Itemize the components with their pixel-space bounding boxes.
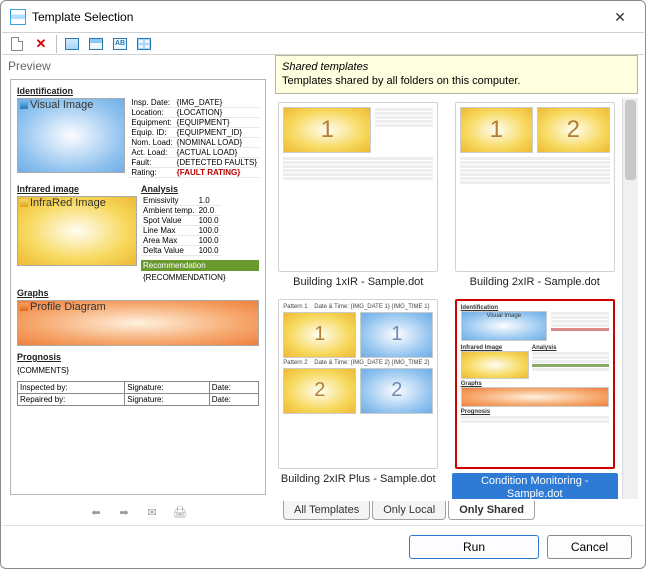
- tab-all-templates[interactable]: All Templates: [283, 501, 370, 520]
- preview-pane: Preview Identification Visual Image Insp…: [2, 55, 275, 525]
- visual-caption: Visual Image: [30, 99, 93, 111]
- template-selection-dialog: Template Selection ✕ ✕ AB Preview Identi…: [0, 0, 646, 569]
- mini-ident-table: [375, 107, 433, 153]
- mini-ir-icon: 1: [283, 312, 356, 358]
- visual-image-icon: [20, 101, 28, 109]
- tab-only-shared[interactable]: Only Shared: [448, 501, 535, 520]
- window-title: Template Selection: [32, 10, 133, 24]
- mini-profile-icon: [461, 387, 609, 407]
- section-infrared: Infrared image: [17, 184, 137, 194]
- signoff-table: Inspected by:Signature:Date: Repaired by…: [17, 381, 259, 406]
- print-button[interactable]: 🖨: [170, 502, 190, 522]
- new-icon: [11, 37, 23, 51]
- infrared-caption: InfraRed Image: [30, 197, 106, 209]
- analysis-table: Emissivity1.0 Ambient temp.20.0 Spot Val…: [141, 196, 221, 256]
- mini-visual-icon: 1: [360, 312, 433, 358]
- mini-section: Prognosis: [461, 409, 609, 415]
- mini-ident: [551, 311, 609, 341]
- template-thumbnail: 1: [278, 102, 438, 272]
- section-identification: Identification: [17, 86, 259, 96]
- mini-header: Pattern 1 Date & Time: {IMG_DATE 1} {IMG…: [283, 304, 433, 310]
- mini-body: [460, 157, 610, 184]
- preview-nav: ⬅ ➡ ✉ 🖨: [2, 499, 274, 525]
- template-label: Building 2xIR Plus - Sample.dot: [281, 473, 436, 486]
- app-icon: [10, 9, 26, 25]
- titlebar: Template Selection ✕: [2, 2, 644, 32]
- template-thumbnail: Pattern 1 Date & Time: {IMG_DATE 1} {IMG…: [278, 299, 438, 469]
- email-button[interactable]: ✉: [142, 502, 162, 522]
- tab-only-local[interactable]: Only Local: [372, 501, 446, 520]
- section-analysis: Analysis: [141, 184, 259, 194]
- toolbar: ✕ AB: [2, 32, 644, 55]
- dialog-body: Preview Identification Visual Image Insp…: [2, 55, 644, 525]
- mini-ir-icon: 1: [283, 107, 371, 153]
- template-list-pane: Shared templates Templates shared by all…: [275, 55, 644, 525]
- template-label: Building 2xIR - Sample.dot: [470, 276, 600, 289]
- preview-content: Identification Visual Image Insp. Date:{…: [11, 80, 265, 494]
- toolbar-separator: [56, 35, 57, 53]
- mini-sig: [461, 416, 609, 423]
- view-mode-2-button[interactable]: [85, 34, 107, 54]
- preview-heading: Preview: [2, 55, 274, 77]
- template-grid[interactable]: 1 Building 1xIR - Sample.dot 1 2: [275, 98, 622, 499]
- mini-section: Analysis: [532, 345, 609, 351]
- next-page-button[interactable]: ➡: [114, 502, 134, 522]
- prev-page-button[interactable]: ⬅: [86, 502, 106, 522]
- template-gallery: 1 Building 1xIR - Sample.dot 1 2: [275, 98, 638, 499]
- new-template-button[interactable]: [6, 34, 28, 54]
- info-desc: Templates shared by all folders on this …: [282, 74, 631, 88]
- preview-viewport: Identification Visual Image Insp. Date:{…: [10, 79, 266, 495]
- delete-icon: ✕: [36, 36, 47, 52]
- view-mode-1-button[interactable]: [61, 34, 83, 54]
- mini-visual-icon: Visual Image: [461, 311, 547, 341]
- profile-caption: Profile Diagram: [30, 301, 106, 313]
- template-thumbnail: Identification Visual Image Infrared Ima…: [455, 299, 615, 469]
- grid-layout-icon: [137, 38, 151, 50]
- delete-template-button[interactable]: ✕: [30, 34, 52, 54]
- mini-visual-icon: 2: [360, 368, 433, 414]
- mini-body: [283, 157, 433, 180]
- rec-heading: Recommendation: [141, 260, 259, 271]
- identification-table: Insp. Date:{IMG_DATE} Location:{LOCATION…: [129, 98, 259, 178]
- mini-ir-icon: 2: [283, 368, 356, 414]
- profile-icon: [20, 303, 28, 311]
- scrollbar-thumb[interactable]: [625, 100, 636, 180]
- section-prognosis: Prognosis: [17, 352, 259, 362]
- text-layout-icon: AB: [113, 38, 127, 50]
- infrared-image-icon: [20, 199, 28, 207]
- run-button[interactable]: Run: [409, 535, 539, 559]
- template-label: Condition Monitoring - Sample.dot: [452, 473, 619, 499]
- dialog-footer: Run Cancel: [2, 525, 644, 567]
- infrared-image-box: InfraRed Image: [17, 196, 137, 266]
- mini-ir-icon: [461, 351, 529, 379]
- mini-header: Pattern 2 Date & Time: {IMG_DATE 2} {IMG…: [283, 360, 433, 366]
- layout-icon: [65, 38, 79, 50]
- prognosis-comments: {COMMENTS}: [17, 364, 259, 381]
- rec-text: {RECOMMENDATION}: [141, 271, 259, 284]
- template-item[interactable]: 1 Building 1xIR - Sample.dot: [275, 102, 442, 289]
- mini-analysis: [532, 352, 609, 371]
- template-item[interactable]: Pattern 1 Date & Time: {IMG_DATE 1} {IMG…: [275, 299, 442, 499]
- filter-tabs: All Templates Only Local Only Shared: [275, 501, 638, 525]
- cancel-button[interactable]: Cancel: [547, 535, 632, 559]
- section-graphs: Graphs: [17, 288, 259, 298]
- view-mode-3-button[interactable]: AB: [109, 34, 131, 54]
- mini-ir-icon: 1: [460, 107, 533, 153]
- gallery-scrollbar[interactable]: [622, 98, 638, 499]
- visual-image-box: Visual Image: [17, 98, 125, 173]
- header-layout-icon: [89, 38, 103, 50]
- template-label: Building 1xIR - Sample.dot: [293, 276, 423, 289]
- view-mode-4-button[interactable]: [133, 34, 155, 54]
- template-thumbnail: 1 2: [455, 102, 615, 272]
- close-button[interactable]: ✕: [604, 3, 636, 31]
- mini-ir-icon: 2: [537, 107, 610, 153]
- info-banner: Shared templates Templates shared by all…: [275, 55, 638, 94]
- profile-diagram-box: Profile Diagram: [17, 300, 259, 346]
- info-heading: Shared templates: [282, 60, 631, 74]
- template-item[interactable]: 1 2 Building 2xIR - Sample.dot: [452, 102, 619, 289]
- template-item-selected[interactable]: Identification Visual Image Infrared Ima…: [452, 299, 619, 499]
